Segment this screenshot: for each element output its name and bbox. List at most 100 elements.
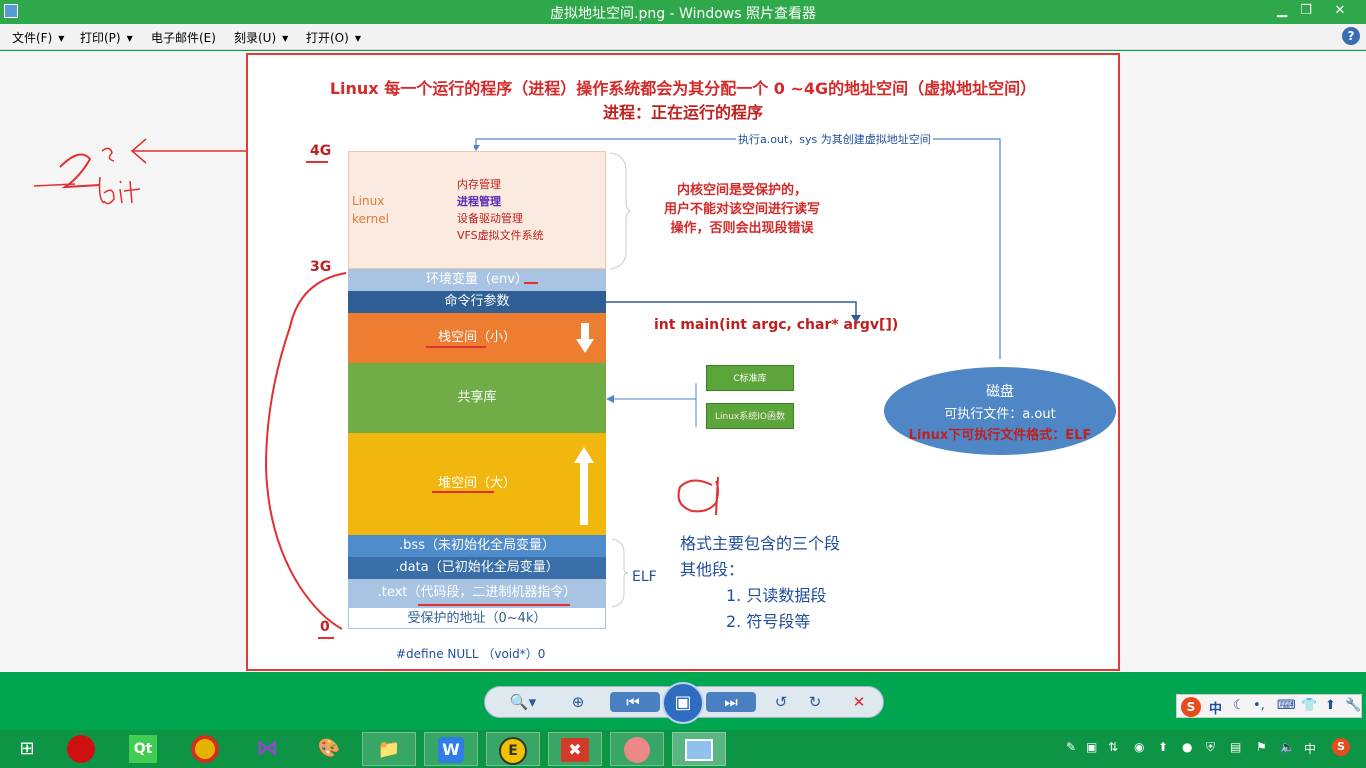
vm-icon[interactable]: ▤ xyxy=(1230,740,1241,754)
close-button[interactable]: ✕ xyxy=(1320,1,1360,21)
exec-note: 执行a.out，sys 为其创建虚拟地址空间 xyxy=(736,131,933,147)
define-null: #define NULL （void*）0 xyxy=(396,647,546,661)
linux-io-box: Linux系统IO函数 xyxy=(706,403,794,429)
lib-arrow xyxy=(606,383,697,427)
color-icon[interactable]: ◉ xyxy=(1134,740,1144,754)
rotate-left-button[interactable]: ↺ xyxy=(770,692,792,712)
menu-email-label: 电子邮件(E) xyxy=(151,31,216,45)
slide-title: Linux 每一个运行的程序（进程）操作系统都会为其分配一个 0 ~4G的地址空… xyxy=(329,79,1037,98)
kernel-note: 内核空间是受保护的， 用户不能对该空间进行读写 操作，否则会出现段错误 xyxy=(644,181,840,238)
note-line: 内核空间是受保护的， xyxy=(676,183,807,198)
menu-burn[interactable]: 刻录(U) ▼ xyxy=(234,29,288,46)
menu-bar: 文件(F) ▼ 打印(P) ▼ 电子邮件(E) 刻录(U) ▼ 打开(O) ▼ ? xyxy=(0,24,1366,50)
kernel-item: 设备驱动管理 xyxy=(457,212,523,225)
underline xyxy=(426,346,486,348)
app-red-ball-icon[interactable] xyxy=(54,732,108,766)
previous-button[interactable]: ⏮ xyxy=(618,692,648,712)
chrome-icon[interactable] xyxy=(178,732,232,766)
sogou-icon[interactable]: S xyxy=(1181,697,1201,717)
delete-button[interactable]: ✕ xyxy=(848,692,870,712)
slide-subtitle: 进程：正在运行的程序 xyxy=(602,103,763,122)
wrench-icon[interactable]: 🔧 xyxy=(1345,698,1361,713)
elf-note-line: 1. 只读数据段 xyxy=(726,586,827,605)
kernel-item: VFS虚拟文件系统 xyxy=(457,229,544,242)
skin-icon[interactable]: 👕 xyxy=(1301,698,1317,713)
slideshow-button[interactable]: ▣ xyxy=(662,682,704,724)
minimize-button[interactable]: ▁ xyxy=(1270,1,1294,21)
kernel-item: 内存管理 xyxy=(457,178,501,191)
arrow-up-icon xyxy=(574,447,594,525)
upload-tray-icon[interactable]: ⬆ xyxy=(1158,740,1168,754)
menu-file-label: 文件(F) xyxy=(12,31,53,45)
visual-studio-icon[interactable]: ⋈ xyxy=(240,732,294,766)
kernel-brace xyxy=(609,152,632,270)
note-line: 操作，否则会出现段错误 xyxy=(670,221,814,236)
underline xyxy=(418,604,570,606)
ime-toolbar[interactable]: S 中 ☾ •, ⌨ 👕 ⬆ 🔧 xyxy=(1176,694,1362,718)
chevron-down-icon: ▼ xyxy=(58,34,65,43)
kernel-item: 进程管理 xyxy=(457,195,501,208)
zoom-button[interactable]: 🔍▾ xyxy=(506,692,540,712)
kernel-space: Linux kernel 内存管理 进程管理 设备驱动管理 VFS虚拟文件系统 xyxy=(348,151,606,269)
diagram-image: Linux 每一个运行的程序（进程）操作系统都会为其分配一个 0 ~4G的地址空… xyxy=(246,53,1120,671)
upload-icon[interactable]: ⬆ xyxy=(1325,698,1336,713)
flag-icon[interactable]: ⚑ xyxy=(1256,740,1267,754)
underline xyxy=(432,491,494,493)
qt-icon[interactable]: Qt xyxy=(116,732,170,766)
restore-button[interactable]: ❐ xyxy=(1294,1,1318,21)
wps-icon[interactable]: W xyxy=(424,732,478,766)
paint-icon[interactable]: 🎨 xyxy=(302,732,356,766)
elf-label: ELF xyxy=(632,569,657,585)
editor-icon[interactable]: E xyxy=(486,732,540,766)
disk-title: 磁盘 xyxy=(986,384,1014,400)
chevron-down-icon: ▼ xyxy=(282,34,289,43)
arrow-down-icon xyxy=(576,323,594,353)
xmind-icon[interactable]: ✖ xyxy=(548,732,602,766)
fit-button[interactable]: ⊕ xyxy=(566,692,590,712)
explorer-icon[interactable]: 📁 xyxy=(362,732,416,766)
keyboard-icon[interactable]: ⌨ xyxy=(1277,698,1296,713)
main-signature: int main(int argc, char* argv[]) xyxy=(654,317,899,333)
elf-note-line: 2. 符号段等 xyxy=(726,612,811,631)
menu-open[interactable]: 打开(O) ▼ xyxy=(306,29,361,46)
moon-icon[interactable]: ☾ xyxy=(1233,698,1245,713)
libc-box: C标准库 xyxy=(706,365,794,391)
window-title: 虚拟地址空间.png - Windows 照片查看器 xyxy=(550,6,816,22)
disk-elf: Linux下可执行文件格式：ELF xyxy=(908,428,1092,443)
chevron-down-icon: ▼ xyxy=(126,34,133,43)
menu-email[interactable]: 电子邮件(E) xyxy=(151,29,216,46)
green-dot-icon[interactable]: ● xyxy=(1182,740,1192,754)
disk-exec: 可执行文件：a.out xyxy=(944,407,1056,422)
menu-open-label: 打开(O) xyxy=(306,31,349,45)
kernel-label-2: kernel xyxy=(352,212,389,226)
kernel-items: 内存管理 进程管理 设备驱动管理 VFS虚拟文件系统 xyxy=(457,176,544,244)
segment-args: 命令行参数 xyxy=(348,291,606,313)
shield-icon[interactable]: ⛨ xyxy=(1206,740,1215,755)
taskbar: ⊞ Qt ⋈ 🎨 📁 W E ✖ ✎ ▣ ⇅ ◉ ⬆ ● ⛨ ▤ ⚑ 🔈 中 S xyxy=(0,730,1366,768)
tray-lang[interactable]: 中 xyxy=(1304,740,1316,757)
segment-text: .text（代码段，二进制机器指令） xyxy=(348,579,606,607)
title-bar: 虚拟地址空间.png - Windows 照片查看器 ▁ ❐ ✕ xyxy=(0,0,1366,24)
network-icon[interactable]: ⇅ xyxy=(1108,740,1118,754)
underline xyxy=(318,637,334,639)
elf-note: 格式主要包含的三个段 其他段： 1. 只读数据段 2. 符号段等 xyxy=(680,531,840,635)
monitor-icon[interactable]: ▣ xyxy=(1086,740,1097,754)
volume-icon[interactable]: 🔈 xyxy=(1280,740,1295,754)
help-icon[interactable]: ? xyxy=(1342,27,1360,45)
underline xyxy=(524,282,538,284)
rotate-right-button[interactable]: ↻ xyxy=(804,692,826,712)
sogou-tray-icon[interactable]: S xyxy=(1332,738,1350,756)
next-button[interactable]: ⏭ xyxy=(716,692,746,712)
disk-ellipse: 磁盘 可执行文件：a.out Linux下可执行文件格式：ELF xyxy=(884,367,1116,455)
ime-lang[interactable]: 中 xyxy=(1209,698,1222,717)
underline xyxy=(306,161,328,163)
app-icon-pink[interactable] xyxy=(610,732,664,766)
punct-icon[interactable]: •, xyxy=(1253,698,1265,713)
menu-file[interactable]: 文件(F) ▼ xyxy=(12,29,64,46)
elf-note-line: 格式主要包含的三个段 xyxy=(680,534,841,553)
photo-viewer-task[interactable] xyxy=(672,732,726,766)
note-line: 用户不能对该空间进行读写 xyxy=(663,202,820,217)
pen-icon[interactable]: ✎ xyxy=(1066,740,1076,754)
menu-print[interactable]: 打印(P) ▼ xyxy=(80,29,133,46)
start-button[interactable]: ⊞ xyxy=(0,732,54,766)
